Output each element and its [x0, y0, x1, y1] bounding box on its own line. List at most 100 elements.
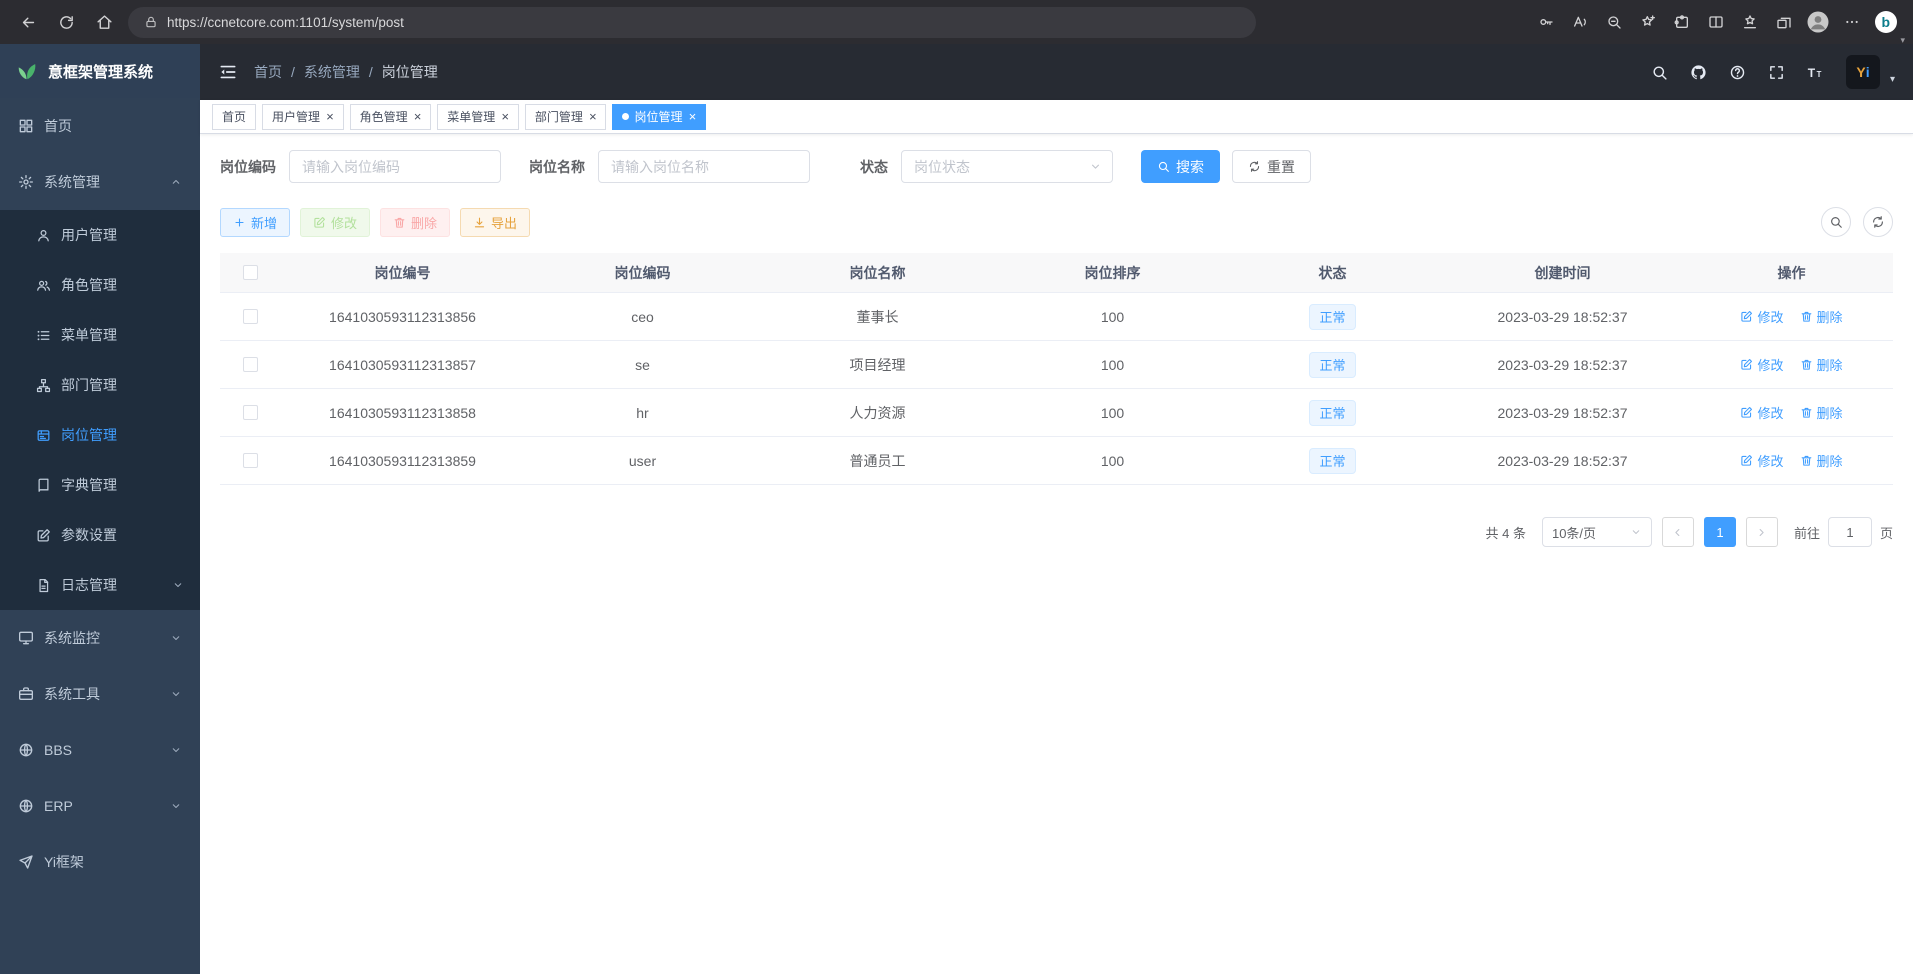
pagination: 共 4 条 10条/页 1 前往 页 [220, 517, 1893, 547]
tab-close-icon[interactable]: × [688, 110, 696, 123]
globe-icon [18, 742, 34, 758]
row-checkbox[interactable] [243, 405, 258, 420]
user-menu-caret-icon[interactable]: ▾ [1890, 74, 1895, 85]
view-tab[interactable]: 角色管理 × [350, 104, 432, 130]
post-name-cell: 普通员工 [760, 451, 995, 471]
tab-close-icon[interactable]: × [326, 110, 334, 123]
add-favorite-icon[interactable] [1633, 6, 1663, 38]
sidebar-subitem[interactable]: 部门管理 [0, 360, 200, 410]
create-time-cell: 2023-03-29 18:52:37 [1435, 405, 1690, 421]
post-code-label: 岗位编码 [220, 157, 276, 177]
sidebar-subitem[interactable]: 字典管理 [0, 460, 200, 510]
sidebar-group-system[interactable]: 系统管理 [0, 154, 200, 210]
tab-close-icon[interactable]: × [414, 110, 422, 123]
sidebar-item-home[interactable]: 首页 [0, 98, 200, 154]
page-info-icon[interactable] [144, 15, 158, 29]
header-search-icon[interactable] [1651, 64, 1668, 81]
tab-close-icon[interactable]: × [589, 110, 597, 123]
page-number-1[interactable]: 1 [1704, 517, 1736, 547]
status-badge[interactable]: 正常 [1309, 352, 1355, 378]
fullscreen-icon[interactable] [1768, 64, 1785, 81]
search-button[interactable]: 搜索 [1141, 150, 1220, 183]
status-badge[interactable]: 正常 [1309, 448, 1355, 474]
row-edit-button[interactable]: 修改 [1740, 307, 1783, 326]
row-delete-button[interactable]: 删除 [1800, 307, 1843, 326]
sidebar-toggle-icon[interactable] [218, 62, 238, 82]
prev-page-button[interactable] [1662, 517, 1694, 547]
reset-button[interactable]: 重置 [1232, 150, 1311, 183]
chevron-down-icon [172, 579, 184, 591]
sidebar-group[interactable]: BBS [0, 722, 200, 778]
user-avatar[interactable]: Yi [1846, 55, 1880, 89]
view-tab[interactable]: 用户管理 × [262, 104, 344, 130]
browser-refresh-icon[interactable] [50, 6, 82, 38]
help-icon[interactable] [1729, 64, 1746, 81]
export-button[interactable]: 导出 [460, 208, 530, 237]
sidebar-group[interactable]: 系统工具 [0, 666, 200, 722]
row-checkbox[interactable] [243, 357, 258, 372]
sidebar-group[interactable]: 系统监控 [0, 610, 200, 666]
status-badge[interactable]: 正常 [1309, 400, 1355, 426]
sidebar-subitem[interactable]: 日志管理 [0, 560, 200, 610]
post-name-cell: 项目经理 [760, 355, 995, 375]
add-button[interactable]: 新增 [220, 208, 290, 237]
delete-button[interactable]: 删除 [380, 208, 450, 237]
browser-address-bar[interactable]: https://ccnetcore.com:1101/system/post [128, 7, 1256, 38]
extensions-icon[interactable] [1667, 6, 1697, 38]
view-tab[interactable]: 菜单管理 × [437, 104, 519, 130]
next-page-button[interactable] [1746, 517, 1778, 547]
sidebar-subitem[interactable]: 参数设置 [0, 510, 200, 560]
view-tab[interactable]: 岗位管理 × [612, 104, 706, 130]
zoom-icon[interactable] [1599, 6, 1629, 38]
password-key-icon[interactable] [1531, 6, 1561, 38]
tab-label: 菜单管理 [447, 108, 495, 125]
read-aloud-icon[interactable] [1565, 6, 1595, 38]
sidebar-subitem[interactable]: 菜单管理 [0, 310, 200, 360]
browser-menu-icon[interactable] [1837, 6, 1867, 38]
row-checkbox[interactable] [243, 309, 258, 324]
browser-profile-icon[interactable] [1803, 6, 1833, 38]
refresh-table-button[interactable] [1863, 207, 1893, 237]
sidebar-item-yi-framework[interactable]: Yi框架 [0, 834, 200, 890]
toggle-search-button[interactable] [1821, 207, 1851, 237]
breadcrumb-home[interactable]: 首页 [254, 62, 282, 82]
row-delete-button[interactable]: 删除 [1800, 451, 1843, 470]
browser-home-icon[interactable] [88, 6, 120, 38]
breadcrumb: 首页 / 系统管理 / 岗位管理 [254, 62, 438, 82]
navbar-actions: TT Yi ▾ [1651, 55, 1895, 89]
goto-page-input[interactable] [1828, 517, 1872, 547]
row-delete-button[interactable]: 删除 [1800, 355, 1843, 374]
modify-button[interactable]: 修改 [300, 208, 370, 237]
view-tab[interactable]: 首页 × [212, 104, 256, 130]
row-edit-button[interactable]: 修改 [1740, 355, 1783, 374]
font-size-icon[interactable]: TT [1807, 64, 1824, 81]
page-size-select[interactable]: 10条/页 [1542, 517, 1652, 547]
collections-icon[interactable] [1769, 6, 1799, 38]
status-select[interactable]: 岗位状态 [901, 150, 1113, 183]
sidebar-group[interactable]: ERP [0, 778, 200, 834]
sidebar-subitem[interactable]: 角色管理 [0, 260, 200, 310]
status-badge[interactable]: 正常 [1309, 304, 1355, 330]
row-edit-button[interactable]: 修改 [1740, 451, 1783, 470]
row-checkbox[interactable] [243, 453, 258, 468]
browser-back-icon[interactable] [12, 6, 44, 38]
post-code-input[interactable] [289, 150, 501, 183]
sidebar-subitem[interactable]: 岗位管理 [0, 410, 200, 460]
delete-icon [393, 216, 406, 229]
post-name-input[interactable] [598, 150, 810, 183]
split-screen-icon[interactable] [1701, 6, 1731, 38]
column-header: 操作 [1690, 263, 1893, 283]
browser-dropdown-caret[interactable]: ▾ [1900, 36, 1905, 45]
row-edit-button[interactable]: 修改 [1740, 403, 1783, 422]
favorites-bar-icon[interactable] [1735, 6, 1765, 38]
sidebar-subitem[interactable]: 用户管理 [0, 210, 200, 260]
bing-icon[interactable]: b [1871, 6, 1901, 38]
github-icon[interactable] [1690, 64, 1707, 81]
app-logo[interactable]: 意框架管理系统 [0, 44, 200, 98]
leaf-icon [16, 60, 38, 82]
row-delete-button[interactable]: 删除 [1800, 403, 1843, 422]
tab-close-icon[interactable]: × [501, 110, 509, 123]
view-tab[interactable]: 部门管理 × [525, 104, 607, 130]
select-all-checkbox[interactable] [243, 265, 258, 280]
chevron-down-icon [1089, 160, 1102, 173]
